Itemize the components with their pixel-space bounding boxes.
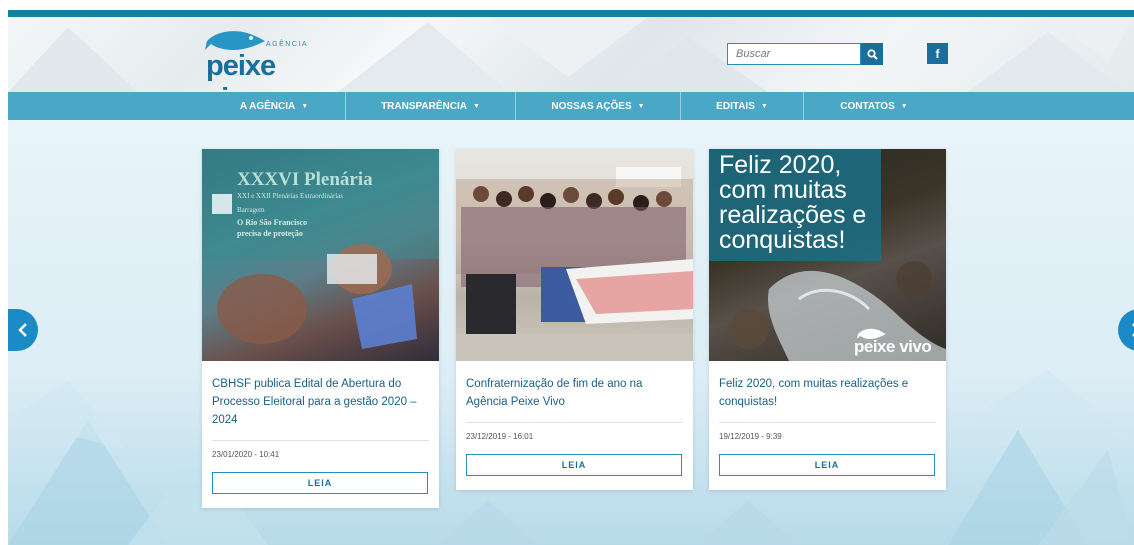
caret-down-icon: ▼ [760, 102, 768, 110]
image-caption-line: realizações e [719, 201, 867, 229]
news-date: 23/12/2019 - 16:01 [466, 432, 534, 441]
image-caption-sub: Barragem [237, 206, 265, 214]
nav-item-agencia[interactable]: A AGÊNCIA ▼ [203, 92, 345, 120]
news-image-group-photo[interactable] [456, 149, 693, 361]
header [8, 17, 1134, 92]
search-input[interactable] [727, 43, 861, 65]
page: AGÊNCIA peixe vivo f A AGÊNCIA ▼ TRANSPAR… [8, 10, 1134, 545]
main-nav: A AGÊNCIA ▼ TRANSPARÊNCIA ▼ NOSSAS AÇÕES ▼ … [8, 92, 1134, 120]
search-button[interactable] [861, 43, 883, 65]
search-icon [866, 48, 878, 60]
image-caption-line: conquistas! [719, 226, 846, 254]
nav-label: TRANSPARÊNCIA [381, 100, 467, 112]
nav-item-transparencia[interactable]: TRANSPARÊNCIA ▼ [346, 92, 515, 120]
nav-item-contatos[interactable]: CONTATOS ▼ [804, 92, 944, 120]
news-title[interactable]: Confraternização de fim de ano na Agênci… [466, 375, 683, 411]
divider [719, 422, 936, 423]
logo-agencia-text: AGÊNCIA [266, 41, 309, 48]
image-logo-text: peixe vivo [854, 337, 932, 356]
divider [466, 422, 683, 423]
news-image-plenaria[interactable]: XXXVI Plenária XXI e XXII Plenárias Extr… [202, 149, 439, 361]
nav-item-editais[interactable]: EDITAIS ▼ [681, 92, 803, 120]
caret-down-icon: ▼ [900, 102, 908, 110]
logo[interactable]: AGÊNCIA peixe vivo [203, 28, 333, 115]
nav-label: EDITAIS [716, 100, 755, 112]
facebook-icon[interactable]: f [927, 43, 948, 64]
image-caption-sub: O Rio São Francisco [237, 218, 307, 227]
card-body: Confraternização de fim de ano na Agênci… [456, 361, 693, 490]
read-more-button[interactable]: LEIA [719, 454, 935, 476]
top-strip [8, 10, 1134, 17]
caret-down-icon: ▼ [637, 102, 645, 110]
news-card: Feliz 2020, com muitas realizações e con… [709, 149, 946, 490]
nav-label: NOSSAS AÇÕES [551, 100, 632, 112]
caret-down-icon: ▼ [473, 102, 480, 110]
news-title[interactable]: CBHSF publica Edital de Abertura do Proc… [212, 375, 429, 429]
header-pattern [8, 17, 1134, 92]
group-photo [456, 167, 693, 361]
news-image-feliz-2020[interactable]: Feliz 2020, com muitas realizações e con… [709, 149, 946, 361]
search-form [727, 43, 883, 65]
news-title[interactable]: Feliz 2020, com muitas realizações e con… [719, 375, 936, 411]
nav-label: CONTATOS [840, 100, 895, 112]
image-caption-line: com muitas [719, 176, 847, 204]
news-date: 19/12/2019 - 9:39 [719, 432, 782, 441]
image-caption-sub: precisa de proteção [237, 229, 303, 238]
card-body: Feliz 2020, com muitas realizações e con… [709, 361, 946, 490]
image-caption-sub: XXI e XXII Plenárias Extraordinárias [237, 192, 344, 200]
divider [212, 440, 429, 441]
image-caption-title: XXXVI Plenária [237, 169, 373, 190]
news-card: XXXVI Plenária XXI e XXII Plenárias Extr… [202, 149, 439, 508]
read-more-button[interactable]: LEIA [212, 472, 428, 494]
news-date: 23/01/2020 - 10:41 [212, 450, 280, 459]
news-card: Confraternização de fim de ano na Agênci… [456, 149, 693, 490]
read-more-button[interactable]: LEIA [466, 454, 682, 476]
image-caption-line: Feliz 2020, [719, 151, 842, 179]
nav-item-nossas-acoes[interactable]: NOSSAS AÇÕES ▼ [516, 92, 680, 120]
caret-down-icon: ▼ [301, 102, 309, 110]
nav-label: A AGÊNCIA [239, 100, 296, 112]
chevron-left-icon [18, 323, 27, 337]
card-body: CBHSF publica Edital de Abertura do Proc… [202, 361, 439, 508]
